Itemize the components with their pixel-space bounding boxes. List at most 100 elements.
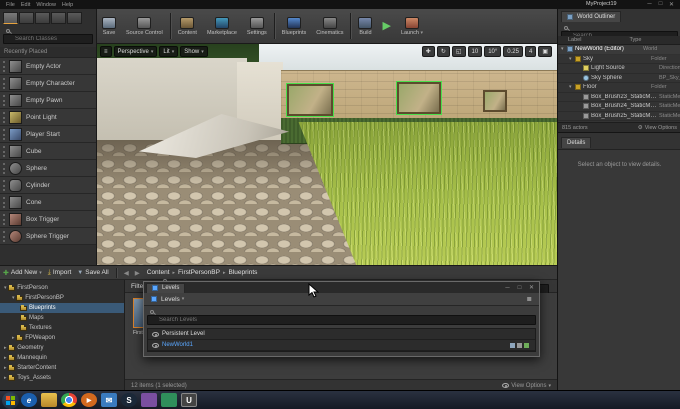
taskbar-mail-icon[interactable]: ✉ [101,393,117,407]
menu-window[interactable]: Window [36,2,56,8]
mode-item-point-light[interactable]: Point Light [0,109,96,126]
taskbar-chrome-icon[interactable] [61,393,77,407]
breadcrumb-blueprints[interactable]: Blueprints [228,269,257,276]
outliner-row-light-source[interactable]: Light SourceDirectionalLight [558,64,680,74]
grid-snap-button[interactable]: 10 [467,46,483,57]
source-folder-maps[interactable]: Maps [0,313,124,323]
back-button[interactable]: ◀ [121,268,132,278]
rotate-gizmo-button[interactable]: ↻ [436,46,450,57]
source-folder-mannequin[interactable]: ▸ Mannequin [0,353,124,363]
forward-button[interactable]: ▶ [132,268,143,278]
levels-menu-button[interactable]: Levels ▾ [148,295,187,304]
outliner-row-world[interactable]: ▾ NewWorld (Editor) World [558,45,680,55]
outliner-column-headers[interactable]: Label Type [558,36,680,45]
maximize-button[interactable]: □ [655,1,666,7]
source-control-button[interactable]: Source Control [121,9,168,43]
mode-tab-paint[interactable] [19,12,34,24]
scale-snap-button[interactable]: 0.25 [503,46,523,57]
mode-item-cylinder[interactable]: Cylinder [0,177,96,194]
marketplace-button[interactable]: Marketplace [202,9,242,43]
mode-item-cube[interactable]: Cube [0,143,96,160]
levels-search-input[interactable] [147,315,536,325]
level-row-persistent[interactable]: Persistent Level [148,329,535,340]
lock-level-icon[interactable] [517,342,522,348]
levels-tab[interactable]: Levels [146,282,186,293]
taskbar-photos-icon[interactable] [141,393,157,407]
mode-item-cone[interactable]: Cone [0,194,96,211]
launch-button[interactable]: Launch ▾ [396,9,428,43]
minimize-button[interactable]: ─ [644,1,655,7]
taskbar-unreal-icon[interactable]: U [181,393,197,407]
close-button[interactable]: ✕ [666,1,677,8]
mode-item-sphere[interactable]: Sphere [0,160,96,177]
source-folder-toys-assets[interactable]: ▸ Toys_Assets [0,373,124,383]
save-level-icon[interactable] [510,342,515,348]
mode-tab-foliage[interactable] [51,12,66,24]
outliner-view-options-button[interactable]: ⚙ View Options [638,125,677,131]
camera-speed-button[interactable]: 4 [524,46,537,57]
cb-view-options-button[interactable]: View Options ▾ [502,383,551,389]
world-outliner-tab[interactable]: World Outliner [561,11,622,22]
mode-tab-place[interactable] [3,12,18,24]
outliner-row-brush23[interactable]: Box_Brush23_StaticMeshStaticMeshActor [558,93,680,102]
level-row-newworld1[interactable]: NewWorld1 [148,340,535,351]
blueprints-button[interactable]: Blueprints [277,9,311,43]
maximize-button[interactable]: □ [514,285,525,291]
source-folder-blueprints-selected[interactable]: Blueprints [0,303,124,313]
taskbar-media-player-icon[interactable]: ▶ [81,393,97,407]
breadcrumb-content[interactable]: Content [147,269,170,276]
settings-button[interactable]: Settings [242,9,272,43]
viewport-3d-scene[interactable]: ≡ Perspective ▾ Lit ▾ Show ▾ ✚ ↻ ◱ 10 10° 0… [97,44,557,265]
source-folder-fpweapon[interactable]: ▸ FPWeapon [0,333,124,343]
modes-search-input[interactable] [3,34,93,44]
mode-tab-landscape[interactable] [35,12,50,24]
menu-edit[interactable]: Edit [21,2,30,8]
details-tab[interactable]: Details [561,137,592,148]
visibility-eye-icon[interactable] [152,331,159,337]
painting-2-selected[interactable] [397,82,441,114]
play-button[interactable]: ▶ [377,9,395,43]
taskbar-folder-icon[interactable] [41,393,57,407]
import-button[interactable]: ⤓ Import [45,268,75,278]
close-button[interactable]: ✕ [526,284,537,291]
cinematics-button[interactable]: Cinematics [311,9,348,43]
move-gizmo-button[interactable]: ✚ [421,46,435,57]
painting-3[interactable] [483,90,507,112]
outliner-row-sky-sphere[interactable]: Sky SphereBP_Sky_Sphere [558,74,680,83]
color-level-icon[interactable] [524,342,529,348]
breadcrumb-firstpersonbp[interactable]: FirstPersonBP [178,269,220,276]
visibility-eye-icon[interactable] [152,342,159,348]
minimize-button[interactable]: ─ [502,285,513,291]
menu-help[interactable]: Help [62,2,73,8]
scale-gizmo-button[interactable]: ◱ [451,46,466,57]
mode-tab-geometry[interactable] [67,12,82,24]
taskbar-store-icon[interactable] [161,393,177,407]
source-folder-textures[interactable]: Textures [0,323,124,333]
source-folder-firstpersonbp[interactable]: ▾ FirstPersonBP [0,293,124,303]
save-button[interactable]: Save [97,9,121,43]
levels-details-button[interactable]: ≣ [524,294,535,304]
content-button[interactable]: Content [173,9,202,43]
source-folder-startercontent[interactable]: ▸ StarterContent [0,363,124,373]
rotation-snap-button[interactable]: 10° [484,46,502,57]
build-button[interactable]: Build [353,9,377,43]
mode-item-empty-actor[interactable]: Empty Actor [0,58,96,75]
taskbar-steam-icon[interactable]: S [121,393,137,407]
start-button[interactable] [2,391,19,409]
mode-item-empty-character[interactable]: Empty Character [0,75,96,92]
menu-file[interactable]: File [6,2,15,8]
taskbar-browser-icon[interactable]: e [21,393,37,407]
title-bar[interactable]: File Edit Window Help MyProject19 ─ □ ✕ [0,0,680,9]
painting-1-selected[interactable] [287,84,333,116]
save-all-button[interactable]: ▼ Save All [74,268,111,277]
maximize-viewport-button[interactable]: ▣ [538,46,552,57]
outliner-row-sky[interactable]: ▾ Sky Folder [558,55,680,64]
outliner-row-brush24[interactable]: Box_Brush24_StaticMeshStaticMeshActor [558,102,680,112]
mode-item-sphere-trigger[interactable]: Sphere Trigger [0,228,96,245]
levels-title-bar[interactable]: Levels ─ □ ✕ [144,282,539,293]
show-flags-button[interactable]: Show ▾ [180,46,208,57]
viewport-options-button[interactable]: ≡ [100,46,112,57]
perspective-button[interactable]: Perspective ▾ [113,46,158,57]
add-new-button[interactable]: ✚ Add New ▾ [0,268,45,278]
mode-item-player-start[interactable]: Player Start [0,126,96,143]
